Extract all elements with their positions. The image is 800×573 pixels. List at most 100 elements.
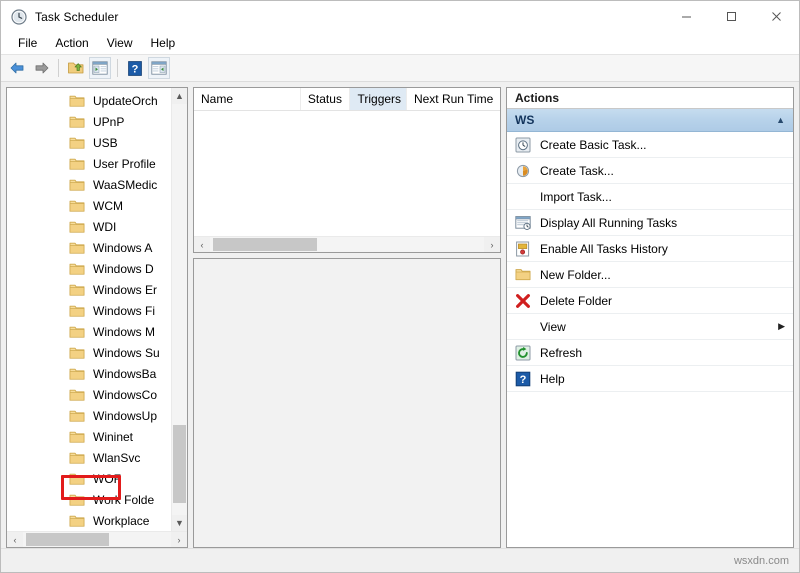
action-item-create-basic-task[interactable]: Create Basic Task...	[507, 132, 793, 158]
tree-item-label: UpdateOrch	[93, 93, 158, 108]
show-hide-console-tree-icon[interactable]	[89, 57, 111, 79]
tree-vertical-scrollbar[interactable]: ▲ ▼	[171, 88, 187, 531]
titlebar-left: Task Scheduler	[1, 8, 119, 25]
tree-item-label: Windows Su	[93, 345, 160, 360]
tree-item-windows-m[interactable]: Windows M	[7, 321, 171, 342]
tree-item-label: WCM	[93, 198, 123, 213]
tree-item-windows-fi[interactable]: Windows Fi	[7, 300, 171, 321]
folder-icon	[69, 157, 85, 171]
minimize-button[interactable]	[664, 1, 709, 32]
tree-item-wininet[interactable]: Wininet	[7, 426, 171, 447]
tree-vscroll-track[interactable]	[172, 104, 187, 515]
tree-item-waasmedic[interactable]: WaaSMedic	[7, 174, 171, 195]
tree-item-windows-d[interactable]: Windows D	[7, 258, 171, 279]
task-scheduler-window: Task Scheduler File Action View Help ? U…	[0, 0, 800, 573]
toolbar-separator	[58, 59, 59, 77]
up-folder-icon[interactable]	[65, 57, 87, 79]
tree-item-wdi[interactable]: WDI	[7, 216, 171, 237]
chevron-right-icon: ▶	[778, 321, 785, 331]
back-icon[interactable]	[6, 57, 28, 79]
watermark-label: wsxdn.com	[733, 554, 789, 567]
help-icon: ?	[514, 371, 532, 387]
action-item-display-all-running-tasks[interactable]: Display All Running Tasks	[507, 210, 793, 236]
action-item-import-task[interactable]: Import Task...	[507, 184, 793, 210]
action-item-view[interactable]: View ▶	[507, 314, 793, 340]
folder-icon	[69, 199, 85, 213]
task-list-pane: Name Status Triggers Next Run Time ‹ ›	[193, 87, 501, 253]
menu-view[interactable]: View	[98, 34, 142, 52]
column-header-triggers[interactable]: Triggers	[350, 88, 407, 110]
create-task-icon	[514, 163, 532, 179]
tree-item-windowsup[interactable]: WindowsUp	[7, 405, 171, 426]
tasklist-hscroll-thumb[interactable]	[212, 238, 317, 251]
tree-item-wlansvc[interactable]: WlanSvc	[7, 447, 171, 468]
folder-icon	[69, 262, 85, 276]
tree-item-wcm[interactable]: WCM	[7, 195, 171, 216]
tasklist-scroll-right-button[interactable]: ›	[484, 237, 500, 252]
action-item-help[interactable]: ? Help	[507, 366, 793, 392]
actions-group-header-ws[interactable]: WS ▲	[507, 109, 793, 132]
menu-file[interactable]: File	[9, 34, 46, 52]
tree-item-user-profile[interactable]: User Profile	[7, 153, 171, 174]
maximize-button[interactable]	[709, 1, 754, 32]
tree-scroll-up-button[interactable]: ▲	[172, 88, 187, 104]
tree-item-upnp[interactable]: UPnP	[7, 111, 171, 132]
column-header-next-run-time[interactable]: Next Run Time	[407, 88, 500, 110]
action-item-enable-all-tasks-history[interactable]: Enable All Tasks History	[507, 236, 793, 262]
tree-vscroll-thumb[interactable]	[173, 424, 186, 503]
folder-icon	[69, 430, 85, 444]
folder-icon	[69, 94, 85, 108]
toolbar: ?	[1, 55, 799, 82]
folder-icon	[69, 514, 85, 528]
folder-icon	[69, 325, 85, 339]
tree-horizontal-scrollbar[interactable]: ‹ ›	[7, 531, 187, 547]
folder-icon	[69, 388, 85, 402]
tree-item-windows-a[interactable]: Windows A	[7, 237, 171, 258]
chevron-up-icon[interactable]: ▲	[776, 115, 785, 125]
action-item-label: View	[540, 319, 566, 334]
tasklist-scroll-left-button[interactable]: ‹	[194, 237, 210, 252]
help-icon[interactable]: ?	[124, 57, 146, 79]
tree-item-label: Windows Er	[93, 282, 158, 297]
tree-scroll-down-button[interactable]: ▼	[172, 515, 187, 531]
tree-hscroll-track[interactable]	[23, 532, 171, 547]
tree-item-windows-er[interactable]: Windows Er	[7, 279, 171, 300]
task-list-body[interactable]	[194, 111, 500, 236]
tree-item-work-folde[interactable]: Work Folde	[7, 489, 171, 510]
tree-item-label: Windows Fi	[93, 303, 156, 318]
tree-item-windowsco[interactable]: WindowsCo	[7, 384, 171, 405]
task-list-column-header[interactable]: Name Status Triggers Next Run Time	[194, 88, 500, 111]
tree-item-label: Workplace	[93, 513, 150, 528]
tree-item-wof[interactable]: WOF	[7, 468, 171, 489]
tree-item-label: Windows M	[93, 324, 156, 339]
tree-item-label: WlanSvc	[93, 450, 141, 465]
action-item-refresh[interactable]: Refresh	[507, 340, 793, 366]
tree-item-windows-su[interactable]: Windows Su	[7, 342, 171, 363]
folder-icon	[69, 346, 85, 360]
action-item-create-task[interactable]: Create Task...	[507, 158, 793, 184]
task-list-horizontal-scrollbar[interactable]: ‹ ›	[194, 236, 500, 252]
menubar: File Action View Help	[1, 32, 799, 55]
action-item-delete-folder[interactable]: Delete Folder	[507, 288, 793, 314]
tasklist-hscroll-track[interactable]	[210, 237, 484, 252]
folder-tree[interactable]: UpdateOrch UPnP USB User Profile WaaSMedic WC…	[7, 88, 171, 531]
menu-help[interactable]: Help	[142, 34, 185, 52]
tree-item-workplace[interactable]: Workplace	[7, 510, 171, 531]
tree-item-usb[interactable]: USB	[7, 132, 171, 153]
column-header-name[interactable]: Name	[194, 88, 301, 110]
window-title: Task Scheduler	[35, 9, 119, 24]
show-hide-action-pane-icon[interactable]	[148, 57, 170, 79]
close-button[interactable]	[754, 1, 799, 32]
toolbar-separator-2	[117, 59, 118, 77]
actions-pane-title: Actions	[507, 88, 793, 109]
column-header-status[interactable]: Status	[301, 88, 351, 110]
tree-scroll-right-button[interactable]: ›	[171, 532, 187, 547]
tree-item-updateorch[interactable]: UpdateOrch	[7, 90, 171, 111]
tree-item-windowsba[interactable]: WindowsBa	[7, 363, 171, 384]
forward-icon[interactable]	[30, 57, 52, 79]
action-item-new-folder[interactable]: New Folder...	[507, 262, 793, 288]
tree-scroll-left-button[interactable]: ‹	[7, 532, 23, 547]
tree-hscroll-thumb[interactable]	[25, 533, 109, 546]
tree-item-label: USB	[93, 135, 118, 150]
menu-action[interactable]: Action	[46, 34, 97, 52]
